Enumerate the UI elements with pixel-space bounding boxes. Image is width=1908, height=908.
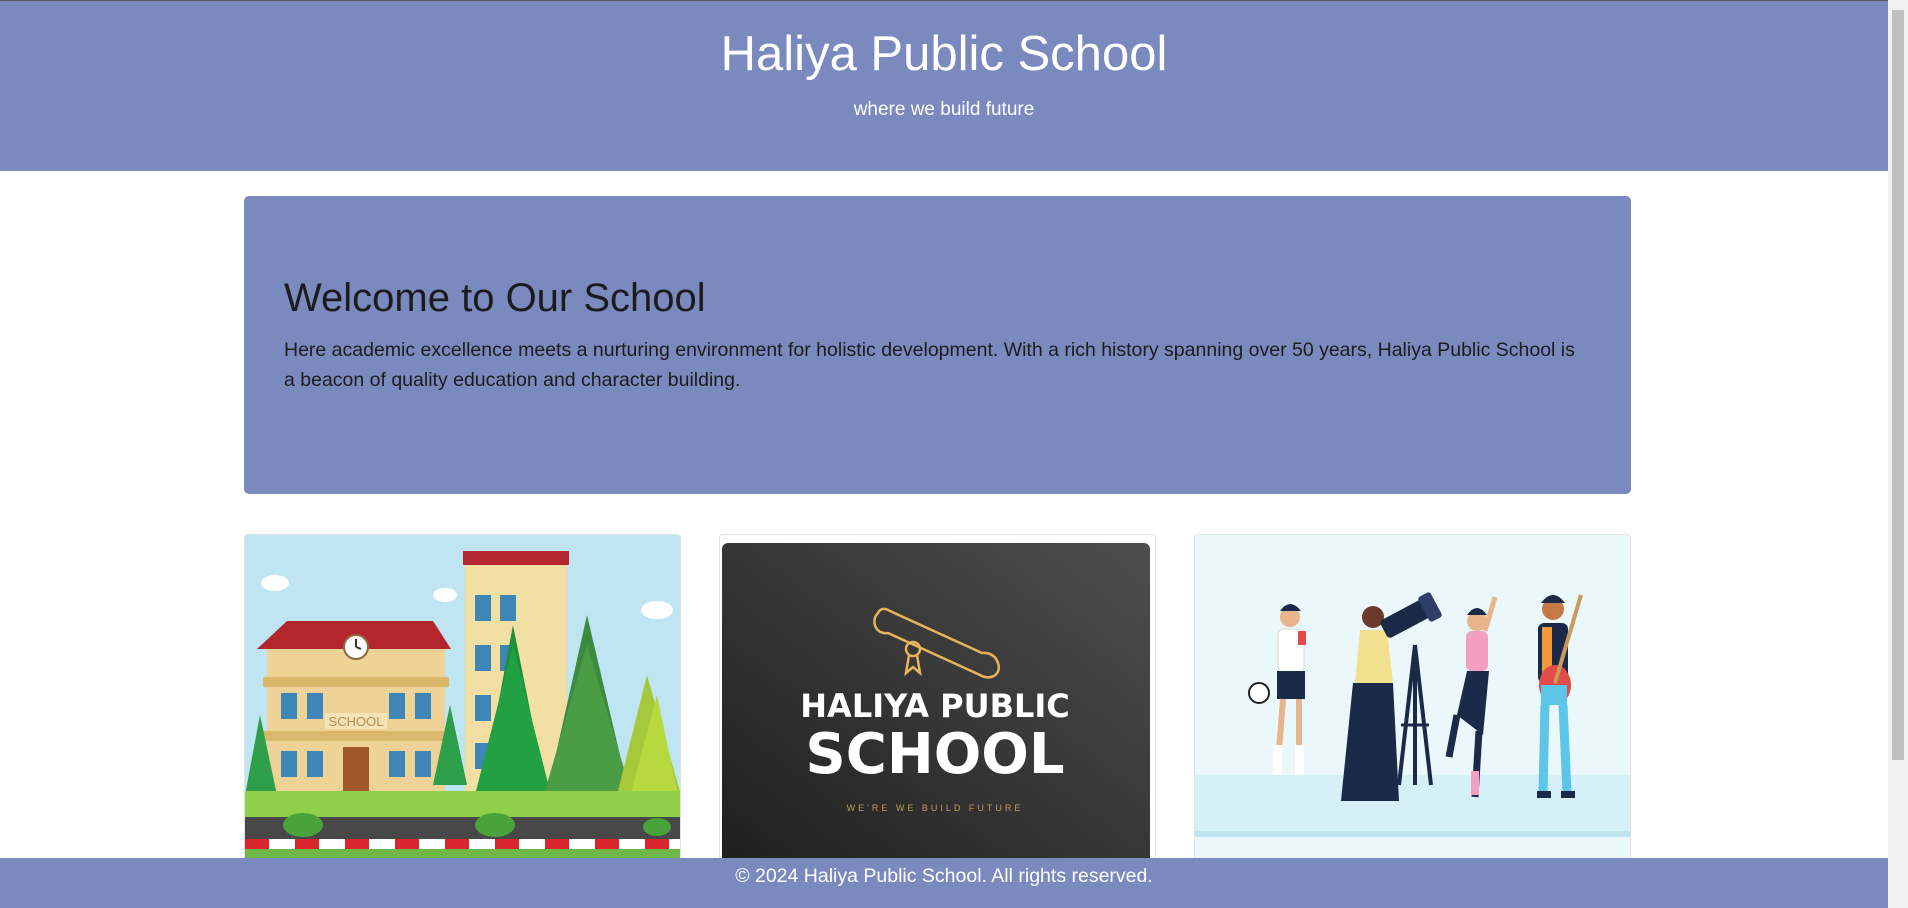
welcome-text: Here academic excellence meets a nurturi… [284,339,1575,391]
scrollbar-thumb[interactable] [1892,10,1904,760]
logo-line-1: HALIYA PUBLIC [800,687,1069,725]
site-title: Haliya Public School [720,27,1168,81]
logo-tagline: WE'RE WE BUILD FUTURE [847,803,1024,813]
school-building-image: SCHOOL [245,535,680,873]
students-activities-card [1194,534,1631,874]
school-logo-card: HALIYA PUBLIC SCHOOL WE'RE WE BUILD FUTU… [719,534,1156,874]
welcome-section: Welcome to Our School Here academic exce… [244,196,1631,494]
welcome-heading: Welcome to Our School [284,276,706,320]
logo-line-2: SCHOOL [805,722,1064,787]
school-building-card: SCHOOL [244,534,681,874]
page: Haliya Public School where we build futu… [0,0,1908,908]
copyright-text: © 2024 Haliya Public School. All rights … [735,865,1153,887]
school-logo-image: HALIYA PUBLIC SCHOOL WE'RE WE BUILD FUTU… [720,535,1155,873]
site-header: Haliya Public School where we build futu… [0,1,1888,171]
students-activities-image [1195,535,1630,873]
school-sign-text: SCHOOL [329,714,384,729]
site-tagline: where we build future [853,99,1035,120]
vertical-scrollbar[interactable] [1888,0,1908,908]
site-footer: © 2024 Haliya Public School. All rights … [0,858,1888,908]
